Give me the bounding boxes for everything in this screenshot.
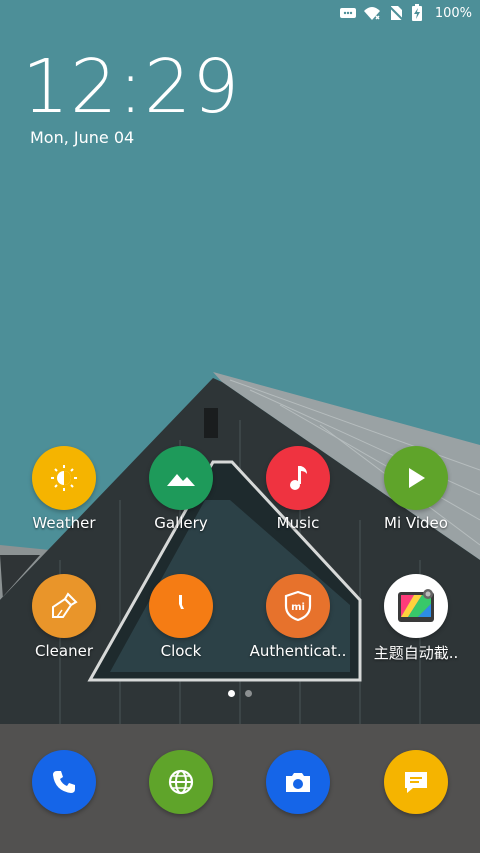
camera-icon <box>286 773 310 792</box>
dock-phone[interactable] <box>32 750 96 814</box>
app-label: Music <box>276 514 320 532</box>
status-bar: 100% <box>0 0 480 28</box>
clock-icon <box>149 574 213 638</box>
dock-messages[interactable] <box>384 750 448 814</box>
wifi-icon <box>363 4 381 22</box>
app-label: Cleaner <box>35 642 93 660</box>
gallery-icon <box>149 446 213 510</box>
play-icon <box>384 446 448 510</box>
page-indicator <box>228 690 252 697</box>
svg-text:mi: mi <box>291 602 305 613</box>
page-dot-2[interactable] <box>245 690 252 697</box>
app-authenticator[interactable]: mi Authenticat.. <box>243 574 353 660</box>
date-text: Mon, June 04 <box>30 128 135 147</box>
messages-icon <box>405 772 427 793</box>
app-clock[interactable]: Clock <box>126 574 236 660</box>
app-music[interactable]: Music <box>243 446 353 532</box>
app-label: Authenticat.. <box>249 642 347 660</box>
page-dot-1[interactable] <box>228 690 235 697</box>
broom-icon <box>32 574 96 638</box>
weather-icon <box>32 446 96 510</box>
app-label: Weather <box>32 514 96 532</box>
app-theme-screenshot[interactable]: 主题自动截.. <box>361 574 471 663</box>
mi-shield-icon: mi <box>266 574 330 638</box>
app-cleaner[interactable]: Cleaner <box>9 574 119 660</box>
notification-icon <box>339 4 357 22</box>
theme-screenshot-icon <box>384 574 448 638</box>
app-mi-video[interactable]: Mi Video <box>361 446 471 532</box>
browser-icon <box>168 769 194 795</box>
music-icon <box>266 446 330 510</box>
dock-browser[interactable] <box>149 750 213 814</box>
phone-icon <box>53 771 75 793</box>
dock-camera[interactable] <box>266 750 330 814</box>
app-weather[interactable]: Weather <box>9 446 119 532</box>
app-label: Gallery <box>154 514 208 532</box>
app-gallery[interactable]: Gallery <box>126 446 236 532</box>
app-label: 主题自动截.. <box>373 644 459 662</box>
lockscreen-clock[interactable]: 12:29 <box>22 44 240 130</box>
battery-charging-icon <box>411 4 429 22</box>
app-label: Clock <box>160 642 202 660</box>
battery-percent: 100% <box>434 5 472 21</box>
app-label: Mi Video <box>384 514 448 532</box>
no-sim-icon <box>387 4 405 22</box>
